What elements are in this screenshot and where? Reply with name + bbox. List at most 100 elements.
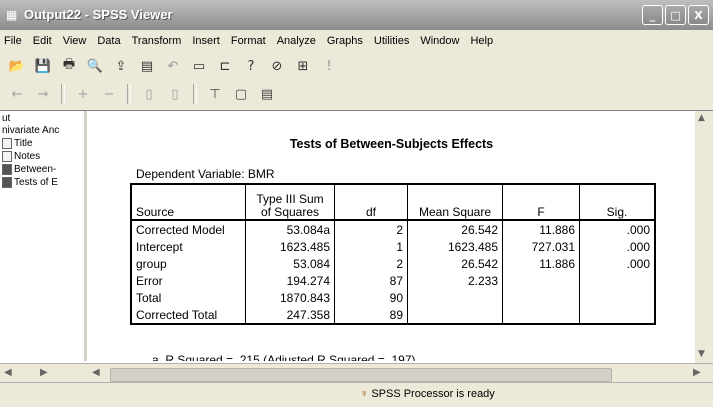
table-cell: .000: [626, 256, 650, 271]
outline-item-between[interactable]: Between-: [2, 164, 56, 175]
viewer-workarea: ut nivariate Anc Title Notes Between- Te…: [0, 110, 713, 384]
hide-icon[interactable]: ▯: [164, 83, 186, 105]
export-icon[interactable]: ⇪: [110, 55, 132, 77]
toolbar-separator: [193, 84, 197, 104]
table-row: Error 194.274 87 2.233: [131, 272, 655, 289]
menu-help[interactable]: Help: [470, 35, 493, 47]
outline-item-notes[interactable]: Notes: [2, 151, 40, 162]
table-cell: Total: [131, 289, 246, 306]
menu-transform[interactable]: Transform: [132, 35, 182, 47]
horizontal-scroll-thumb[interactable]: [110, 368, 612, 382]
table-cell: 2.233: [407, 272, 503, 289]
print-preview-icon[interactable]: 🔍: [84, 55, 106, 77]
processor-status: ♆ SPSS Processor is ready: [360, 388, 495, 400]
table-cell: 194.274: [245, 272, 335, 289]
table-row: Corrected Total 247.358 89: [131, 306, 655, 324]
menu-analyze[interactable]: Analyze: [277, 35, 316, 47]
anova-table[interactable]: Source Type III Sum of Squares df Mean S…: [130, 183, 656, 325]
variables-icon[interactable]: ?: [240, 55, 262, 77]
table-title: Tests of Between-Subjects Effects: [289, 137, 494, 151]
column-header: Mean Square: [407, 184, 503, 221]
horizontal-scrollbar[interactable]: ◀ ▶ ◀ ▶: [0, 363, 713, 384]
minimize-button[interactable]: _: [642, 5, 663, 25]
outline-scroll-left-icon[interactable]: ◀: [4, 367, 12, 378]
table-cell: [502, 289, 580, 306]
menu-edit[interactable]: Edit: [33, 35, 52, 47]
outline-item-title[interactable]: Title: [2, 138, 33, 149]
table-cell: .000: [626, 239, 650, 254]
menu-file[interactable]: File: [4, 35, 22, 47]
table-row: Corrected Model 53.084a 2 26.542 11.886 …: [131, 220, 655, 238]
find-icon[interactable]: ⊘: [266, 55, 288, 77]
outline-item-tests[interactable]: Tests of E: [2, 177, 58, 188]
table-footnote: a. R Squared = .215 (Adjusted R Squared …: [152, 353, 416, 361]
open-folder-icon[interactable]: 📂: [6, 55, 28, 77]
print-icon[interactable]: 🖶: [58, 55, 80, 77]
scroll-right-icon[interactable]: ▶: [693, 367, 701, 378]
column-header: Source: [131, 184, 246, 221]
outline-scroll-right-icon[interactable]: ▶: [40, 367, 48, 378]
table-cell: 26.542: [407, 220, 503, 238]
outline-item-output[interactable]: ut: [2, 113, 10, 124]
menu-utilities[interactable]: Utilities: [374, 35, 409, 47]
show-icon[interactable]: ▯: [138, 83, 160, 105]
table-cell: 247.358: [245, 306, 335, 324]
insert-title-icon[interactable]: ▢: [230, 83, 252, 105]
outline-item-univariate[interactable]: nivariate Anc: [2, 125, 59, 136]
table-cell: Error: [131, 272, 246, 289]
goto-data-icon[interactable]: ▭: [188, 55, 210, 77]
designate-window-icon[interactable]: !: [318, 55, 340, 77]
goto-case-icon[interactable]: ⊏: [214, 55, 236, 77]
demote-icon[interactable]: →: [32, 83, 54, 105]
table-row: group 53.084 2 26.542 11.886 .000: [131, 255, 655, 272]
table-cell: [407, 306, 503, 324]
column-header: Sig.: [579, 184, 655, 221]
table-cell: Intercept: [131, 238, 246, 255]
table-cell: 1870.843: [245, 289, 335, 306]
menu-graphs[interactable]: Graphs: [327, 35, 363, 47]
table-cell: [580, 272, 656, 289]
recall-dialog-icon[interactable]: ▤: [136, 55, 158, 77]
table-cell: 2: [334, 255, 408, 272]
page-icon: [2, 138, 12, 149]
undo-icon[interactable]: ↶: [162, 55, 184, 77]
outline-pane[interactable]: ut nivariate Anc Title Notes Between- Te…: [0, 111, 87, 361]
scroll-left-icon[interactable]: ◀: [92, 367, 100, 378]
table-cell: Corrected Total: [131, 306, 246, 324]
save-icon[interactable]: 💾: [32, 55, 54, 77]
menu-format[interactable]: Format: [231, 35, 266, 47]
page-icon: [2, 151, 12, 162]
insert-cases-icon[interactable]: ⊞: [292, 55, 314, 77]
vertical-scrollbar[interactable]: ▲ ▼: [695, 111, 713, 363]
scroll-up-icon[interactable]: ▲: [698, 113, 705, 123]
close-button[interactable]: X: [688, 5, 709, 25]
table-cell: .000: [626, 222, 650, 237]
scroll-down-icon[interactable]: ▼: [698, 349, 705, 359]
menu-view[interactable]: View: [63, 35, 87, 47]
table-cell: 727.031: [502, 238, 580, 255]
table-row: Intercept 1623.485 1 1623.485 727.031 .0…: [131, 238, 655, 255]
menu-window[interactable]: Window: [420, 35, 459, 47]
table-cell: 90: [334, 289, 408, 306]
collapse-icon[interactable]: −: [98, 83, 120, 105]
expand-icon[interactable]: +: [72, 83, 94, 105]
insert-text-icon[interactable]: ▤: [256, 83, 278, 105]
table-cell: 11.886: [502, 220, 580, 238]
output-content-pane[interactable]: Tests of Between-Subjects Effects Depend…: [88, 111, 695, 361]
outline-toolbar: ← → + − ▯ ▯ ⊤ ▢ ▤: [0, 80, 713, 108]
column-header: F: [502, 184, 580, 221]
table-cell: [502, 306, 580, 324]
table-cell: [502, 272, 580, 289]
promote-icon[interactable]: ←: [6, 83, 28, 105]
table-row: Total 1870.843 90: [131, 289, 655, 306]
menu-insert[interactable]: Insert: [192, 35, 220, 47]
menu-data[interactable]: Data: [97, 35, 120, 47]
maximize-button[interactable]: □: [665, 5, 686, 25]
toolbar-separator: [61, 84, 65, 104]
dependent-variable-label: Dependent Variable: BMR: [136, 167, 275, 181]
table-cell: [580, 306, 656, 324]
spss-app-icon[interactable]: ▦: [6, 8, 20, 22]
table-cell: 2: [334, 220, 408, 238]
insert-heading-icon[interactable]: ⊤: [204, 83, 226, 105]
table-cell: 26.542: [407, 255, 503, 272]
